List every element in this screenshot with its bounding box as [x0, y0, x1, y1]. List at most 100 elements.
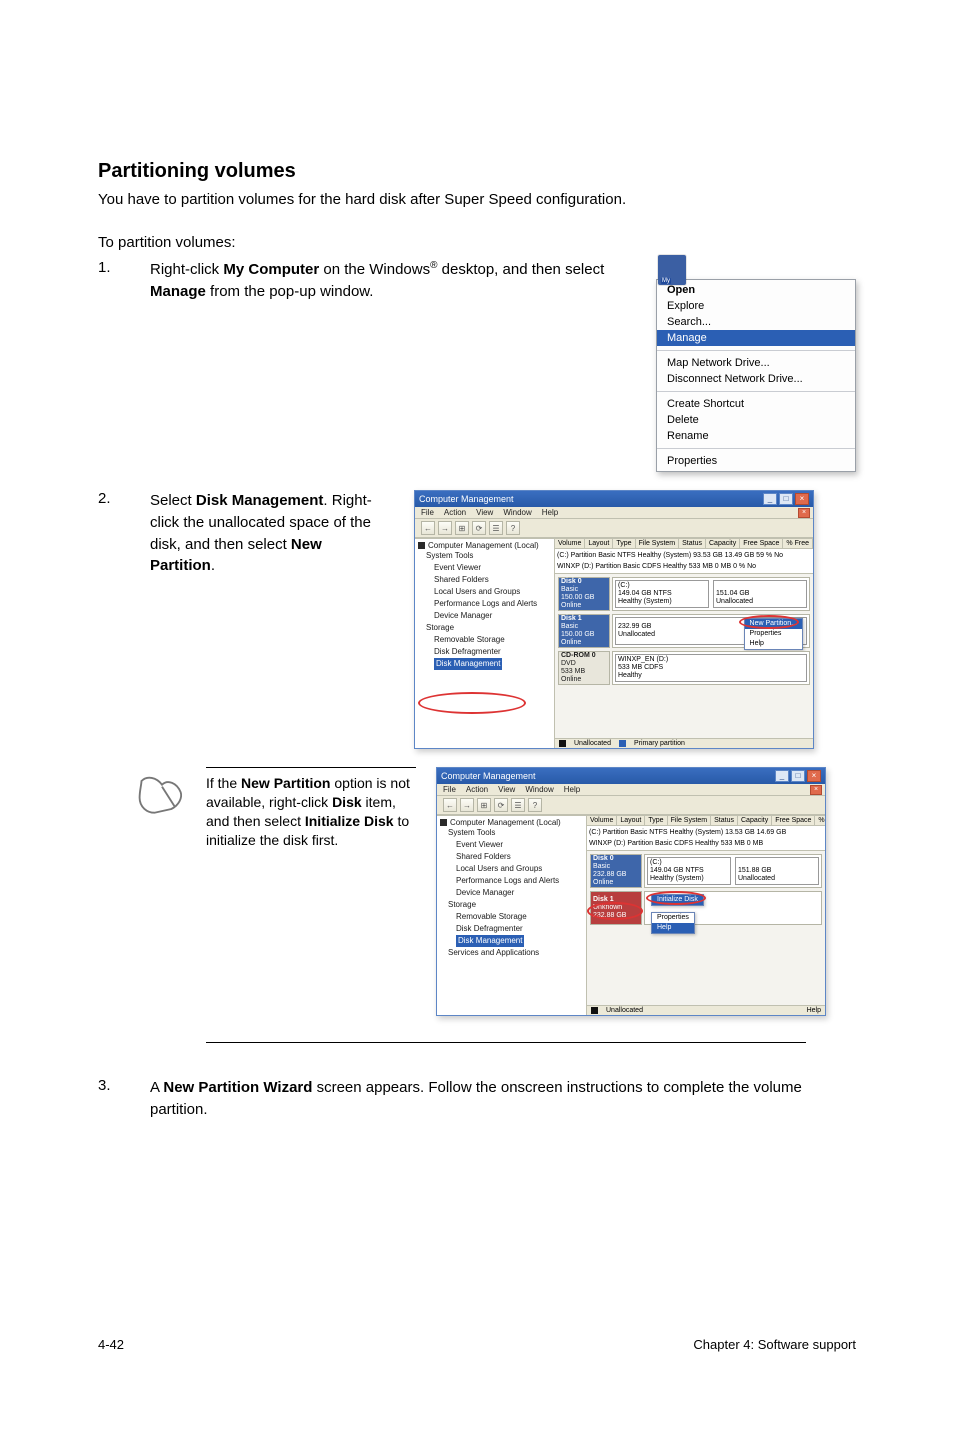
col-percent-free[interactable]: % — [815, 816, 825, 825]
close-button[interactable]: × — [807, 770, 821, 782]
menu-help[interactable]: Help — [542, 508, 558, 517]
tree-disk-management[interactable]: Disk Management — [456, 935, 524, 947]
menu-view[interactable]: View — [476, 508, 493, 517]
disk0-partition-c[interactable]: (C:) 149.04 GB NTFS Healthy (System) — [615, 580, 709, 608]
disk0-label[interactable]: Disk 0 Basic 150.00 GB Online — [558, 577, 610, 611]
tree-icon[interactable]: ⊞ — [455, 521, 469, 535]
ctx-properties[interactable]: Properties — [657, 453, 855, 469]
tree-services[interactable]: Services and Applications — [440, 947, 583, 959]
tree-device-manager[interactable]: Device Manager — [440, 887, 583, 899]
volume-list-rows[interactable]: (C:) Partition Basic NTFS Healthy (Syste… — [555, 549, 813, 574]
menu-action[interactable]: Action — [444, 508, 466, 517]
ctx-manage[interactable]: Manage — [657, 330, 855, 346]
col-layout[interactable]: Layout — [585, 539, 613, 548]
ctx-explore[interactable]: Explore — [657, 298, 855, 314]
col-volume[interactable]: Volume — [587, 816, 617, 825]
tree-device-manager[interactable]: Device Manager — [418, 610, 551, 622]
mdi-close-button[interactable]: × — [798, 508, 810, 518]
help-icon[interactable]: ? — [506, 521, 520, 535]
col-capacity[interactable]: Capacity — [738, 816, 772, 825]
col-status[interactable]: Status — [711, 816, 738, 825]
menu-file[interactable]: File — [421, 508, 434, 517]
tree-local-users[interactable]: Local Users and Groups — [418, 586, 551, 598]
tree-icon[interactable]: ⊞ — [477, 798, 491, 812]
close-button[interactable]: × — [795, 493, 809, 505]
menu-action[interactable]: Action — [466, 785, 488, 794]
tree-shared-folders[interactable]: Shared Folders — [418, 574, 551, 586]
table-row[interactable]: (C:) Partition Basic NTFS Healthy (Syste… — [557, 550, 811, 561]
col-layout[interactable]: Layout — [617, 816, 645, 825]
tree-system-tools[interactable]: System Tools — [418, 550, 551, 562]
table-row[interactable]: (C:) Partition Basic NTFS Healthy (Syste… — [589, 827, 823, 838]
ctx-open[interactable]: Open — [657, 282, 855, 298]
col-percent-free[interactable]: % Free — [783, 539, 813, 548]
back-icon[interactable]: ← — [443, 798, 457, 812]
tree-defragmenter[interactable]: Disk Defragmenter — [418, 646, 551, 658]
ctx-properties[interactable]: Properties — [652, 913, 694, 923]
ctx-disconnect-drive[interactable]: Disconnect Network Drive... — [657, 371, 855, 387]
ctx-search[interactable]: Search... — [657, 314, 855, 330]
col-file-system[interactable]: File System — [668, 816, 712, 825]
disk1-label[interactable]: Disk 1 Basic 150.00 GB Online — [558, 614, 610, 648]
menu-window[interactable]: Window — [525, 785, 553, 794]
col-status[interactable]: Status — [679, 539, 706, 548]
ctx-help[interactable]: Help — [652, 923, 694, 933]
col-type[interactable]: Type — [613, 539, 635, 548]
col-type[interactable]: Type — [645, 816, 667, 825]
refresh-icon[interactable]: ⟳ — [494, 798, 508, 812]
ctx-new-partition[interactable]: New Partition... — [745, 619, 802, 629]
menu-window[interactable]: Window — [503, 508, 531, 517]
maximize-button[interactable]: □ — [779, 493, 793, 505]
tree-root[interactable]: Computer Management (Local) — [450, 818, 561, 827]
tree-storage[interactable]: Storage — [418, 622, 551, 634]
tree-local-users[interactable]: Local Users and Groups — [440, 863, 583, 875]
ctx-properties[interactable]: Properties — [745, 629, 802, 639]
tree-perf-logs[interactable]: Performance Logs and Alerts — [440, 875, 583, 887]
tree-root[interactable]: Computer Management (Local) — [428, 541, 539, 550]
ctx-rename[interactable]: Rename — [657, 428, 855, 444]
tree-removable-storage[interactable]: Removable Storage — [418, 634, 551, 646]
tree-disk-management[interactable]: Disk Management — [434, 658, 502, 670]
tree-perf-logs[interactable]: Performance Logs and Alerts — [418, 598, 551, 610]
col-free-space[interactable]: Free Space — [772, 816, 815, 825]
col-file-system[interactable]: File System — [636, 539, 680, 548]
col-free-space[interactable]: Free Space — [740, 539, 783, 548]
tree-shared-folders[interactable]: Shared Folders — [440, 851, 583, 863]
ctx-initialize-disk[interactable]: Initialize Disk — [652, 895, 703, 905]
ctx-help[interactable]: Help — [745, 639, 802, 649]
menu-file[interactable]: File — [443, 785, 456, 794]
table-row[interactable]: WINXP (D:) Partition Basic CDFS Healthy … — [557, 561, 811, 572]
back-icon[interactable]: ← — [421, 521, 435, 535]
tree-event-viewer[interactable]: Event Viewer — [440, 839, 583, 851]
table-row[interactable]: WINXP (D:) Partition Basic CDFS Healthy … — [589, 838, 823, 849]
cdrom-label[interactable]: CD-ROM 0 DVD 533 MB Online — [558, 651, 610, 685]
minimize-button[interactable]: _ — [763, 493, 777, 505]
ctx-delete[interactable]: Delete — [657, 412, 855, 428]
volume-list-rows[interactable]: (C:) Partition Basic NTFS Healthy (Syste… — [587, 826, 825, 851]
minimize-button[interactable]: _ — [775, 770, 789, 782]
disk0-unallocated[interactable]: 151.04 GB Unallocated — [713, 580, 807, 608]
forward-icon[interactable]: → — [438, 521, 452, 535]
menu-help[interactable]: Help — [564, 785, 580, 794]
col-volume[interactable]: Volume — [555, 539, 585, 548]
cdrom-partition[interactable]: WINXP_EN (D:) 533 MB CDFS Healthy — [615, 654, 807, 682]
tree-event-viewer[interactable]: Event Viewer — [418, 562, 551, 574]
mdi-close-button[interactable]: × — [810, 785, 822, 795]
tree-system-tools[interactable]: System Tools — [440, 827, 583, 839]
tree-storage[interactable]: Storage — [440, 899, 583, 911]
maximize-button[interactable]: □ — [791, 770, 805, 782]
col-capacity[interactable]: Capacity — [706, 539, 740, 548]
disk0-partition-c[interactable]: (C:) 149.04 GB NTFS Healthy (System) — [647, 857, 731, 885]
tree-removable-storage[interactable]: Removable Storage — [440, 911, 583, 923]
forward-icon[interactable]: → — [460, 798, 474, 812]
ctx-map-drive[interactable]: Map Network Drive... — [657, 355, 855, 371]
disk0-unallocated[interactable]: 151.88 GB Unallocated — [735, 857, 819, 885]
refresh-icon[interactable]: ⟳ — [472, 521, 486, 535]
menu-view[interactable]: View — [498, 785, 515, 794]
help-icon[interactable]: ? — [528, 798, 542, 812]
disk0-label[interactable]: Disk 0 Basic 232.88 GB Online — [590, 854, 642, 888]
props-icon[interactable]: ☰ — [511, 798, 525, 812]
props-icon[interactable]: ☰ — [489, 521, 503, 535]
ctx-create-shortcut[interactable]: Create Shortcut — [657, 396, 855, 412]
tree-defragmenter[interactable]: Disk Defragmenter — [440, 923, 583, 935]
